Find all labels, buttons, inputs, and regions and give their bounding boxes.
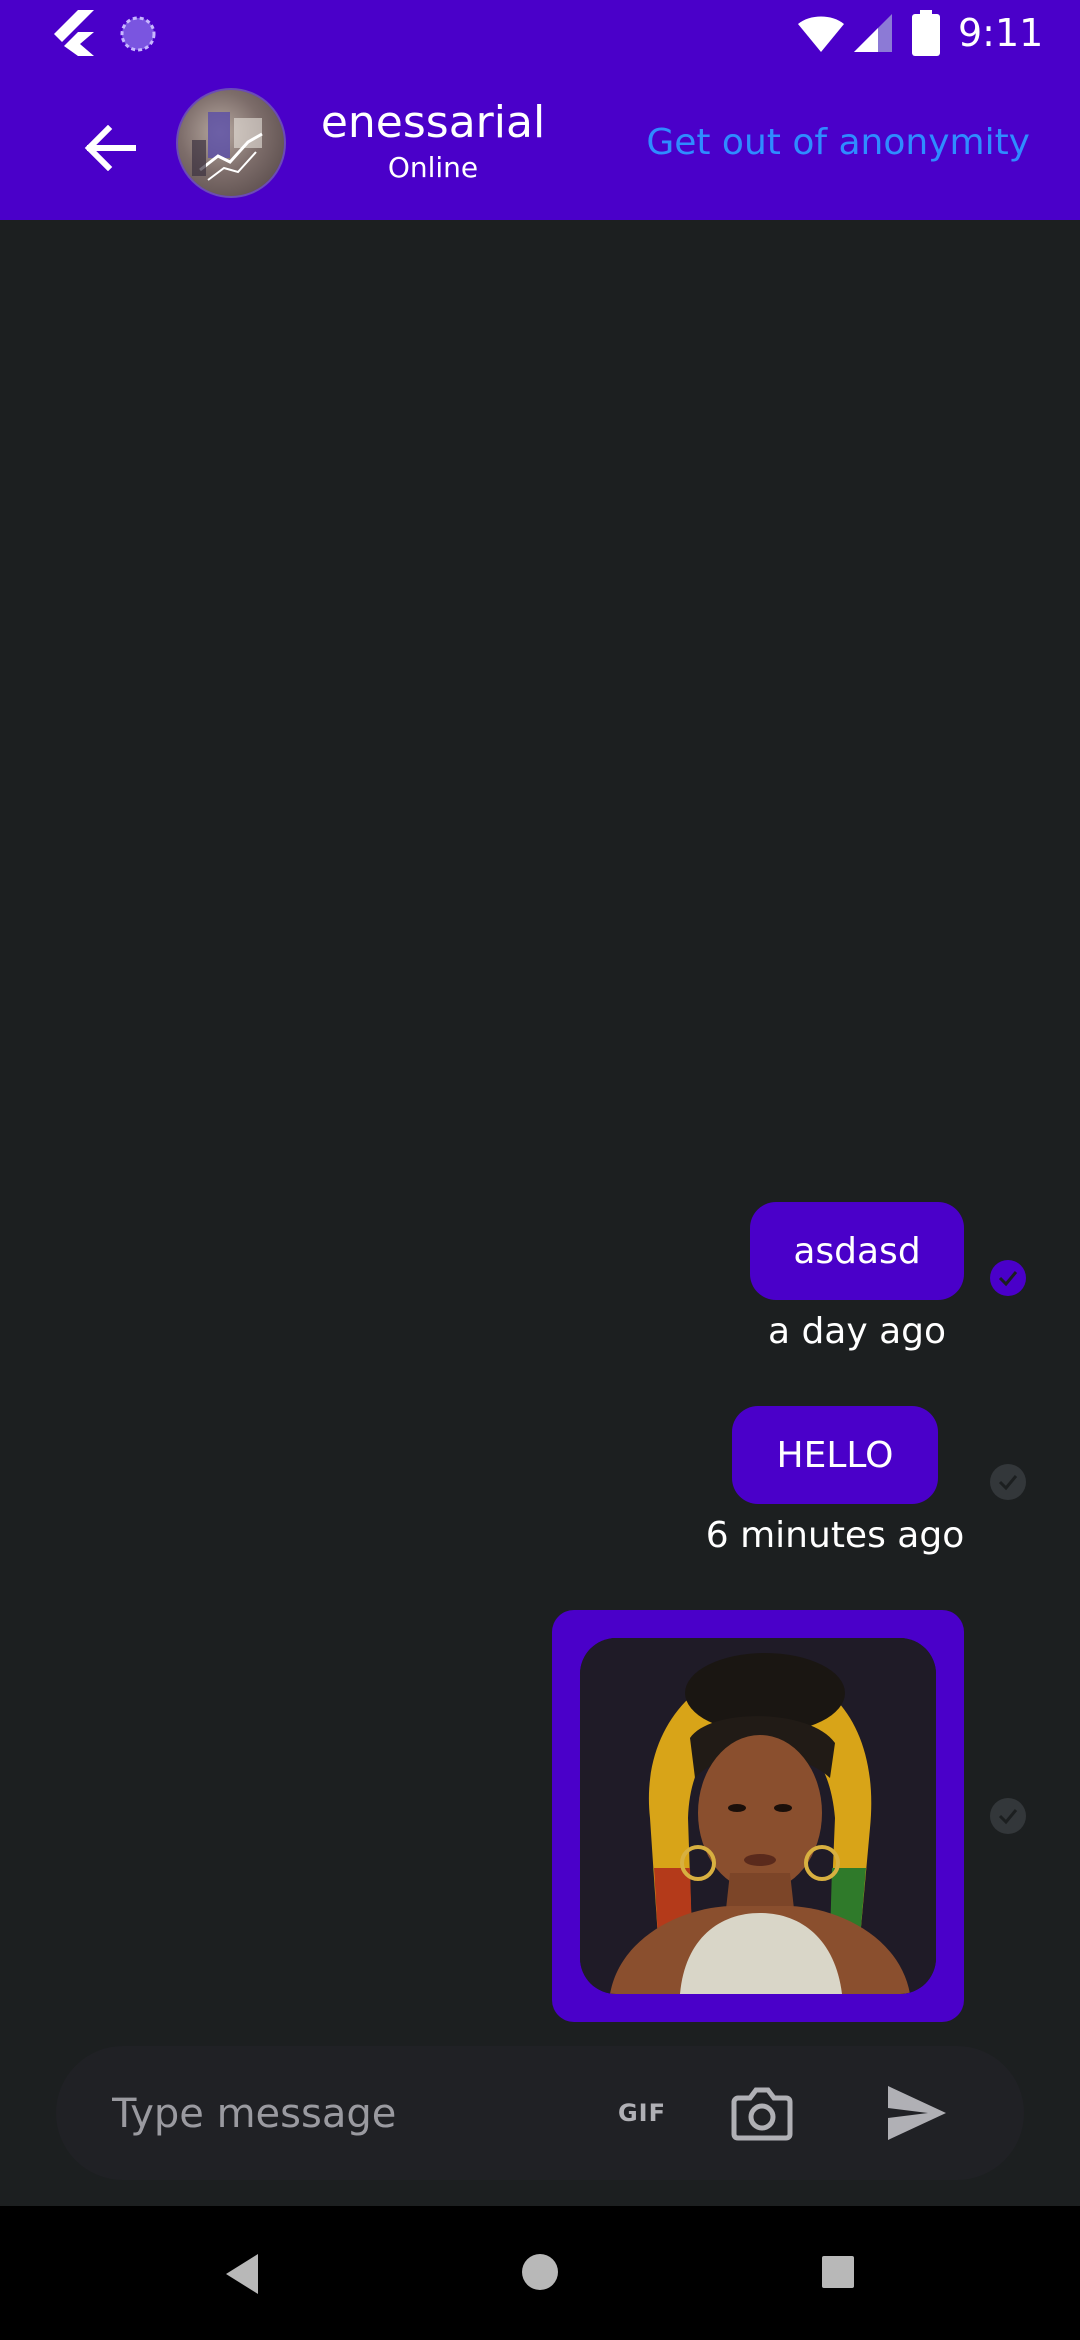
back-button[interactable]	[72, 110, 148, 186]
status-bar: 9:11	[0, 0, 1080, 66]
sent-check-icon	[990, 1798, 1026, 1834]
nav-home-icon[interactable]	[520, 2252, 560, 2292]
message-composer: GIF	[56, 2046, 1024, 2180]
signal-icon	[854, 14, 892, 52]
message-timestamp: 6 minutes ago	[705, 1515, 965, 1556]
message-bubble[interactable]: asdasd	[750, 1202, 964, 1300]
chat-header: enessarial Online Get out of anonymity	[0, 66, 1080, 220]
nav-recents-icon[interactable]	[820, 2254, 856, 2290]
contact-name: enessarial	[320, 97, 546, 148]
sent-check-icon	[990, 1464, 1026, 1500]
flutter-icon	[54, 10, 94, 56]
wifi-icon	[798, 16, 844, 52]
contact-status: Online	[387, 151, 479, 184]
get-out-of-anonymity-button[interactable]: Get out of anonymity	[646, 118, 1030, 168]
contact-info[interactable]: enessarial Online	[300, 96, 566, 186]
camera-icon[interactable]	[730, 2082, 794, 2144]
message-list[interactable]: asdasd a day ago HELLO 6 minutes ago	[0, 220, 1080, 2022]
system-navigation-bar	[0, 2206, 1080, 2340]
contact-avatar[interactable]	[176, 88, 286, 198]
image-message[interactable]	[552, 1610, 964, 2022]
gif-icon: GIF	[617, 2099, 667, 2127]
message-photo[interactable]	[580, 1638, 936, 1994]
loading-spinner-icon	[120, 16, 156, 52]
arrow-left-icon	[84, 125, 136, 171]
send-icon[interactable]	[884, 2082, 950, 2144]
message-bubble[interactable]: HELLO	[732, 1406, 938, 1504]
battery-icon	[912, 10, 940, 56]
gif-button[interactable]: GIF	[610, 2088, 674, 2138]
read-check-icon	[990, 1260, 1026, 1296]
status-time: 9:11	[958, 11, 1044, 55]
nav-back-icon[interactable]	[222, 2252, 262, 2296]
message-input[interactable]	[110, 2074, 544, 2154]
message-timestamp: a day ago	[767, 1311, 947, 1352]
